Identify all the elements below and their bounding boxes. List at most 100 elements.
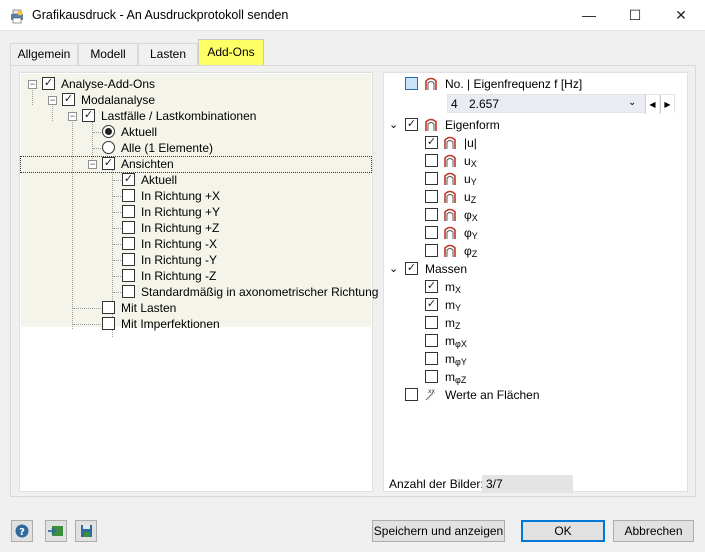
uz-checkbox[interactable] [425, 190, 438, 203]
surface-values-label: Werte an Flächen [445, 388, 540, 402]
view-plus-y-checkbox[interactable] [122, 205, 135, 218]
mode-shape-icon [444, 244, 456, 257]
dialog-footer: ? Speichern und anzeigen OK Abbrechen [0, 500, 705, 552]
collapse-icon[interactable]: − [28, 80, 37, 89]
load-cases-checkbox[interactable] [82, 109, 95, 122]
mass-item-mphix: mφX [384, 333, 684, 349]
app-printer-icon [11, 9, 23, 24]
view-plus-z-checkbox[interactable] [122, 221, 135, 234]
ok-button[interactable]: OK [521, 520, 605, 542]
analysis-addons-label: Analyse-Add-Ons [61, 77, 156, 91]
mphix-checkbox[interactable] [425, 334, 438, 347]
view-minus-y-checkbox[interactable] [122, 253, 135, 266]
mode-shape-icon [444, 226, 456, 239]
tree-line [73, 308, 101, 309]
eigenform-label: Eigenform [445, 118, 500, 132]
my-checkbox[interactable] [425, 298, 438, 311]
help-button[interactable]: ? [11, 520, 33, 542]
mass-item-label: mZ [445, 316, 461, 331]
tree-row-with-imperfections: Mit Imperfektionen [20, 316, 370, 332]
views-checkbox[interactable] [102, 157, 115, 170]
eigenform-item-uy: uY [384, 171, 684, 187]
tab-allgemein[interactable]: Allgemein [10, 43, 78, 65]
view-minus-z-label: In Richtung -Z [141, 269, 217, 283]
phix-checkbox[interactable] [425, 208, 438, 221]
mass-item-label: mφX [445, 334, 467, 349]
tab-addons[interactable]: Add-Ons [198, 39, 264, 65]
with-loads-label: Mit Lasten [121, 301, 177, 315]
collapse-icon[interactable]: − [88, 160, 97, 169]
view-plus-x-checkbox[interactable] [122, 189, 135, 202]
tree-line [93, 132, 101, 133]
save-and-show-button[interactable]: Speichern und anzeigen [372, 520, 505, 542]
tree-row-analysis-addons: − Analyse-Add-Ons [20, 76, 370, 92]
tab-lasten[interactable]: Lasten [138, 43, 198, 65]
chevron-down-icon[interactable]: ⌄ [628, 97, 636, 108]
view-current-checkbox[interactable] [122, 173, 135, 186]
eigenform-checkbox[interactable] [405, 118, 418, 131]
surface-values-icon: xx [425, 388, 436, 401]
previous-mode-icon[interactable]: ◀ [645, 95, 659, 114]
tree-row-current: Aktuell [20, 124, 370, 140]
collapse-icon[interactable]: − [48, 96, 57, 105]
tree-line [113, 180, 121, 181]
cancel-button[interactable]: Abbrechen [613, 520, 694, 542]
next-mode-icon[interactable]: ▶ [660, 95, 674, 114]
chevron-down-icon[interactable]: ⌄ [389, 261, 398, 277]
import-button[interactable] [45, 520, 67, 542]
mass-item-label: mφY [445, 352, 467, 367]
mode-shape-icon [444, 136, 456, 149]
uy-checkbox[interactable] [425, 172, 438, 185]
view-axonometric-checkbox[interactable] [122, 285, 135, 298]
mphiz-checkbox[interactable] [425, 370, 438, 383]
eigenform-item-label: |u| [464, 136, 477, 150]
masses-checkbox[interactable] [405, 262, 418, 275]
frequency-value: 2.657 [469, 97, 500, 111]
analysis-addons-checkbox[interactable] [42, 77, 55, 90]
tree-line [113, 260, 121, 261]
load-cases-label: Lastfälle / Lastkombinationen [101, 109, 257, 123]
modal-analysis-checkbox[interactable] [62, 93, 75, 106]
maximize-icon[interactable]: ☐ [612, 0, 658, 31]
eigenform-item-phix: φX [384, 207, 684, 223]
mode-select[interactable]: 4 2.657 ⌄ ◀ ▶ [447, 94, 675, 114]
phiy-checkbox[interactable] [425, 226, 438, 239]
with-imperfections-checkbox[interactable] [102, 317, 115, 330]
view-minus-z-checkbox[interactable] [122, 269, 135, 282]
ux-checkbox[interactable] [425, 154, 438, 167]
chevron-down-icon[interactable]: ⌄ [389, 117, 398, 133]
surface-values-row: xx Werte an Flächen [384, 387, 684, 403]
view-minus-x-checkbox[interactable] [122, 237, 135, 250]
tree-row-view-current: Aktuell [20, 172, 370, 188]
save-settings-button[interactable] [75, 520, 97, 542]
eigenform-item-phiy: φY [384, 225, 684, 241]
tab-modell[interactable]: Modell [78, 43, 138, 65]
options-panel: No. | Eigenfrequenz f [Hz] 4 2.657 ⌄ ◀ ▶… [383, 72, 688, 493]
frequency-checkbox[interactable] [405, 77, 418, 90]
with-loads-checkbox[interactable] [102, 301, 115, 314]
all-radio[interactable] [102, 141, 115, 154]
mode-shape-icon [444, 208, 456, 221]
minimize-icon[interactable]: — [566, 0, 612, 31]
mx-checkbox[interactable] [425, 280, 438, 293]
mphiy-checkbox[interactable] [425, 352, 438, 365]
collapse-icon[interactable]: − [68, 112, 77, 121]
mass-item-mphiy: mφY [384, 351, 684, 367]
mass-item-label: mY [445, 298, 462, 313]
view-plus-x-label: In Richtung +X [141, 189, 221, 203]
eigenform-item-label: uX [464, 154, 477, 169]
phiz-checkbox[interactable] [425, 244, 438, 257]
tree-row-view-minus-x: In Richtung -X [20, 236, 370, 252]
mz-checkbox[interactable] [425, 316, 438, 329]
abs-u-checkbox[interactable] [425, 136, 438, 149]
save-settings-icon [81, 525, 92, 537]
close-icon[interactable]: ✕ [658, 0, 704, 31]
views-label: Ansichten [121, 157, 174, 171]
import-icon [48, 526, 63, 536]
mode-shape-icon [444, 190, 456, 203]
tree-line [113, 276, 121, 277]
current-radio[interactable] [102, 125, 115, 138]
surface-values-checkbox[interactable] [405, 388, 418, 401]
eigenform-item-label: φY [464, 226, 478, 241]
addons-tree: − Analyse-Add-Ons − Modalanalyse − Lastf… [19, 72, 378, 492]
